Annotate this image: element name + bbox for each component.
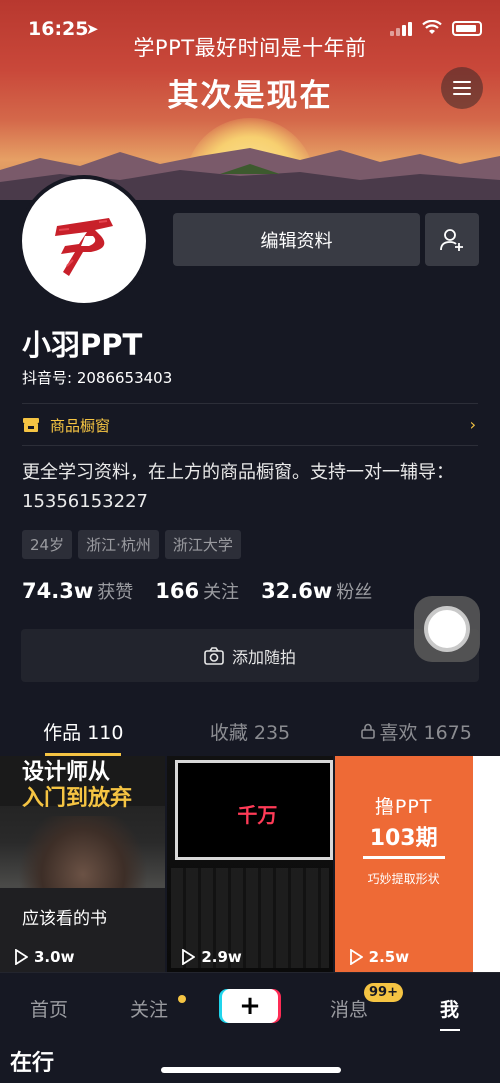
signal-icon: [390, 20, 412, 36]
menu-button[interactable]: [441, 67, 483, 109]
shop-window-label: 商品橱窗: [50, 416, 111, 435]
play-count: 2.9w: [181, 948, 242, 966]
stat-followers[interactable]: 32.6w 粉丝: [261, 578, 372, 604]
bottom-nav: 首页 关注 + 消息 99+ 我 在行: [0, 972, 500, 1083]
create-button[interactable]: +: [222, 989, 278, 1023]
messages-badge: 99+: [364, 983, 403, 1002]
avatar[interactable]: [18, 175, 150, 307]
nav-follow[interactable]: 关注: [130, 995, 168, 1022]
stat-likes[interactable]: 74.3w 获赞: [22, 578, 133, 604]
wifi-icon: [422, 20, 442, 34]
nav-messages[interactable]: 消息: [330, 995, 368, 1022]
douyin-id: 抖音号: 2086653403: [22, 369, 173, 387]
lock-icon: [361, 723, 376, 739]
play-icon: [349, 949, 363, 965]
tab-favorites[interactable]: 收藏 235: [167, 706, 334, 756]
profile-username: 小羽PPT: [22, 328, 143, 362]
banner-text-line2: 其次是现在: [167, 78, 333, 114]
nav-me[interactable]: 我: [440, 995, 459, 1022]
video-title-line1: 撸PPT: [374, 796, 433, 818]
play-count: 2.5w: [349, 948, 409, 966]
location-arrow-icon: ➤: [86, 20, 99, 38]
brand-logo-icon: [55, 218, 113, 276]
assistive-touch-icon: [424, 606, 470, 652]
status-bar: 16:25 ➤: [0, 14, 500, 46]
battery-icon: [452, 20, 482, 36]
video-thumbnail[interactable]: 千万 2.9w: [167, 756, 333, 972]
add-moment-label: 添加随拍: [231, 647, 296, 667]
add-friend-icon: [440, 228, 463, 251]
video-title-line2: 入门到放弃: [22, 786, 133, 811]
camera-icon: [204, 646, 224, 665]
tag-school: 浙江大学: [164, 530, 241, 559]
video-title-line2: 103期: [369, 826, 438, 851]
video-title-divider: [362, 856, 445, 859]
video-screen-image: 千万: [175, 760, 333, 860]
video-thumbnail[interactable]: 撸PPT 103期 巧妙提取形状 2.5w: [334, 756, 500, 972]
chevron-right-icon: ›: [469, 415, 476, 434]
play-icon: [182, 949, 196, 965]
tag-age: 24岁: [22, 530, 73, 559]
nav-follow-dot: [178, 995, 186, 1003]
home-indicator[interactable]: [161, 1067, 341, 1073]
hamburger-icon: [453, 81, 471, 83]
play-count: 3.0w: [14, 948, 74, 966]
profile-tags: 24岁 浙江·杭州 浙江大学: [22, 530, 241, 559]
shop-icon: [23, 418, 39, 432]
tab-works[interactable]: 作品 110: [0, 706, 167, 756]
play-icon: [15, 949, 28, 965]
stat-following[interactable]: 166 关注: [155, 578, 239, 604]
video-grid: 设计师从 入门到放弃 应该看的书 3.0w 千万 2.9w 撸PPT 103期 …: [0, 756, 500, 972]
video-subtitle: 巧妙提取形状: [367, 872, 440, 886]
add-friend-button[interactable]: [425, 213, 479, 266]
tag-location: 浙江·杭州: [78, 530, 159, 559]
divider: [22, 445, 478, 446]
video-screen-text: 千万: [237, 803, 278, 827]
tab-likes[interactable]: 喜欢 1675: [333, 706, 500, 756]
edit-profile-button[interactable]: 编辑资料: [173, 213, 420, 266]
profile-bio: 更全学习资料，在上方的商品橱窗。支持一对一辅导：15356153227: [22, 462, 454, 512]
profile-stats: 74.3w 获赞 166 关注 32.6w 粉丝: [22, 578, 372, 604]
status-time: 16:25: [28, 18, 89, 40]
status-icons: [390, 20, 482, 36]
video-thumbnail[interactable]: 设计师从 入门到放弃 应该看的书 3.0w: [0, 756, 166, 972]
nav-active-indicator: [440, 1029, 460, 1031]
content-tabs: 作品 110 收藏 235 喜欢 1675: [0, 706, 500, 756]
nav-home[interactable]: 首页: [30, 995, 68, 1022]
video-caption: 应该看的书: [22, 909, 107, 929]
divider: [22, 403, 478, 404]
corner-overlay-text: 在行: [10, 1051, 55, 1076]
shop-window-row[interactable]: 商品橱窗 ›: [22, 405, 478, 445]
add-moment-button[interactable]: 添加随拍: [21, 629, 479, 682]
assistive-touch-button[interactable]: [414, 596, 480, 662]
video-cover-card: 撸PPT 103期 巧妙提取形状: [334, 756, 473, 972]
